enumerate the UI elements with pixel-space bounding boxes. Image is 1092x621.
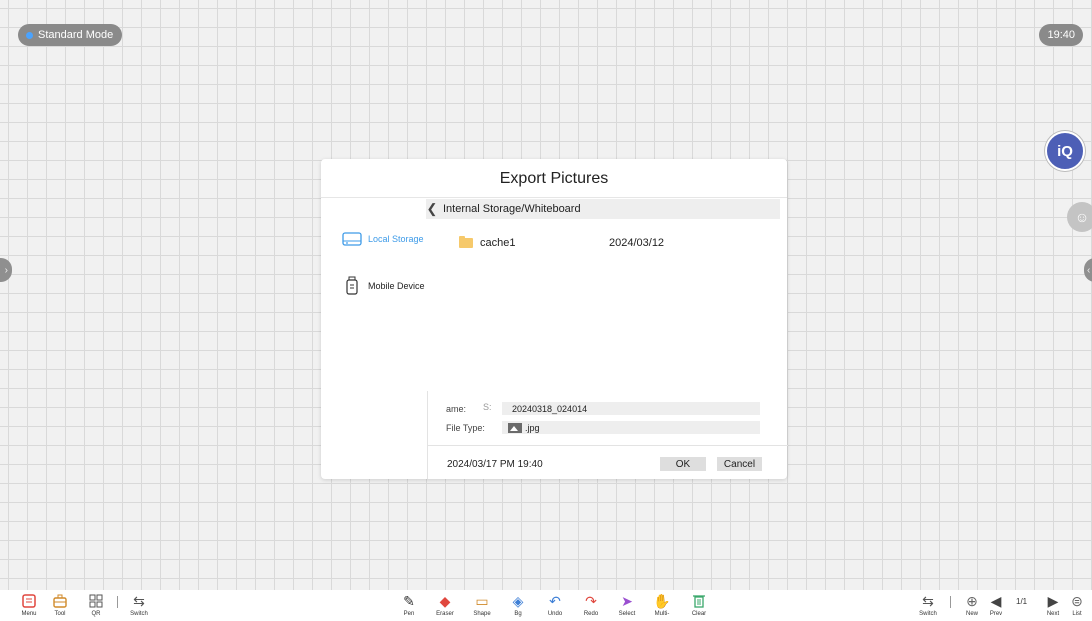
switch-label: Switch	[919, 611, 937, 617]
switch-icon: ⇆	[922, 593, 934, 609]
divider	[321, 197, 787, 198]
switch-icon: ⇆	[133, 593, 145, 609]
pen-label: Pen	[403, 611, 415, 617]
file-name-value: 20240318_024014	[512, 403, 588, 414]
left-edge-handle[interactable]: ›	[0, 258, 12, 282]
eraser-icon: ◆	[439, 593, 451, 609]
select-label: Select	[618, 611, 636, 617]
fill-icon: ◈	[512, 593, 524, 609]
menu-icon	[22, 594, 36, 608]
prev-page-button[interactable]: ◀ Prev	[976, 592, 1016, 619]
toolbox-icon	[53, 594, 67, 608]
qr-label: QR	[91, 611, 101, 617]
toolbar-divider	[117, 596, 118, 608]
list-icon: ⊜	[1071, 593, 1083, 609]
sidebar-item-label: Local Storage	[368, 234, 424, 244]
file-type-value: .jpg	[525, 422, 540, 433]
toolbar-divider	[950, 596, 951, 608]
datetime-label: 2024/03/17 PM 19:40	[447, 459, 543, 470]
shape-button[interactable]: ▭ Shape	[462, 592, 502, 619]
chevron-right-icon: ›	[4, 264, 8, 276]
folder-icon	[459, 236, 473, 248]
file-date: 2024/03/12	[609, 237, 665, 249]
sidebar-item-local-storage[interactable]: Local Storage	[342, 231, 424, 247]
dialog-title: Export Pictures	[499, 170, 609, 187]
pen-button[interactable]: ✎ Pen	[389, 592, 429, 619]
file-name: cache1	[480, 237, 516, 249]
file-type-row: File Type: .jpg	[446, 421, 760, 434]
file-type-select[interactable]: .jpg	[502, 421, 760, 434]
redo-button[interactable]: ↷ Redo	[571, 592, 611, 619]
prev-page-icon: ◀	[990, 593, 1002, 609]
page-indicator: 1/1	[1016, 597, 1028, 606]
eraser-button[interactable]: ◆ Eraser	[425, 592, 465, 619]
bg-button[interactable]: ◈ Bg	[498, 592, 538, 619]
bg-label: Bg	[514, 611, 522, 617]
usb-drive-icon	[346, 276, 358, 295]
export-options-panel: ame: S: 20240318_024014 File Type: .jpg …	[427, 391, 788, 479]
hand-icon: ✋	[653, 593, 671, 609]
mode-badge[interactable]: Standard Mode	[18, 24, 123, 46]
menu-label: Menu	[21, 611, 37, 617]
multi-touch-button[interactable]: ✋ Multi-	[642, 592, 682, 619]
pen-icon: ✎	[403, 593, 415, 609]
qr-button[interactable]: QR	[76, 592, 116, 619]
ok-button[interactable]: OK	[660, 457, 706, 471]
undo-button[interactable]: ↶ Undo	[535, 592, 575, 619]
bottom-toolbar: Menu Tool QR ⇆ Switch ✎ Pen ◆ Eraser ▭ S…	[0, 590, 1092, 621]
file-row[interactable]: cache1 2024/03/12	[459, 235, 719, 251]
multi-label: Multi-	[654, 611, 670, 617]
user-button[interactable]: ☺	[1067, 202, 1092, 232]
clear-label: Clear	[691, 611, 707, 617]
tool-label: Tool	[54, 611, 66, 617]
tool-button[interactable]: Tool	[40, 592, 80, 619]
back-icon[interactable]: ❮	[426, 201, 438, 217]
page-list-button[interactable]: ⊜ List	[1057, 592, 1092, 619]
file-name-label: ame:	[446, 403, 467, 414]
cancel-button[interactable]: Cancel	[717, 457, 762, 471]
undo-label: Undo	[547, 611, 563, 617]
file-type-label: File Type:	[446, 422, 485, 433]
clock: 19:40	[1039, 24, 1083, 46]
eraser-label: Eraser	[436, 611, 454, 617]
chevron-left-icon: ‹	[1087, 264, 1091, 276]
image-icon	[508, 422, 522, 433]
file-name-input[interactable]: 20240318_024014	[502, 402, 760, 415]
redo-label: Redo	[583, 611, 599, 617]
redo-icon: ↷	[585, 593, 597, 609]
export-pictures-dialog: Export Pictures ❮ Internal Storage/White…	[321, 159, 788, 479]
mode-dot-icon	[26, 31, 33, 39]
switch-button-right[interactable]: ⇆ Switch	[908, 592, 948, 619]
user-icon: ☺	[1074, 209, 1090, 225]
switch-label: Switch	[130, 611, 148, 617]
select-button[interactable]: ➤ Select	[607, 592, 647, 619]
sidebar-item-mobile-device[interactable]: Mobile Device	[342, 276, 425, 296]
clear-button[interactable]: Clear	[679, 592, 719, 619]
mode-label: Standard Mode	[38, 29, 114, 41]
file-name-row: ame: S: 20240318_024014	[446, 402, 760, 415]
trash-icon	[693, 595, 705, 608]
path-bar: ❮ Internal Storage/Whiteboard	[426, 199, 780, 219]
hard-drive-icon	[342, 232, 362, 246]
switch-button-left[interactable]: ⇆ Switch	[119, 592, 159, 619]
shape-icon: ▭	[475, 593, 489, 609]
cursor-icon: ➤	[621, 593, 633, 609]
right-edge-handle[interactable]: ‹	[1084, 258, 1092, 282]
shape-label: Shape	[473, 611, 491, 617]
save-hint: S:	[483, 402, 492, 412]
divider	[428, 445, 788, 446]
undo-icon: ↶	[549, 593, 561, 609]
prev-label: Prev	[989, 611, 1003, 617]
iq-button[interactable]: iQ	[1045, 131, 1085, 171]
qr-icon	[89, 594, 103, 608]
path-label: Internal Storage/Whiteboard	[443, 203, 581, 215]
sidebar-item-label: Mobile Device	[368, 281, 425, 291]
list-label: List	[1072, 611, 1082, 617]
